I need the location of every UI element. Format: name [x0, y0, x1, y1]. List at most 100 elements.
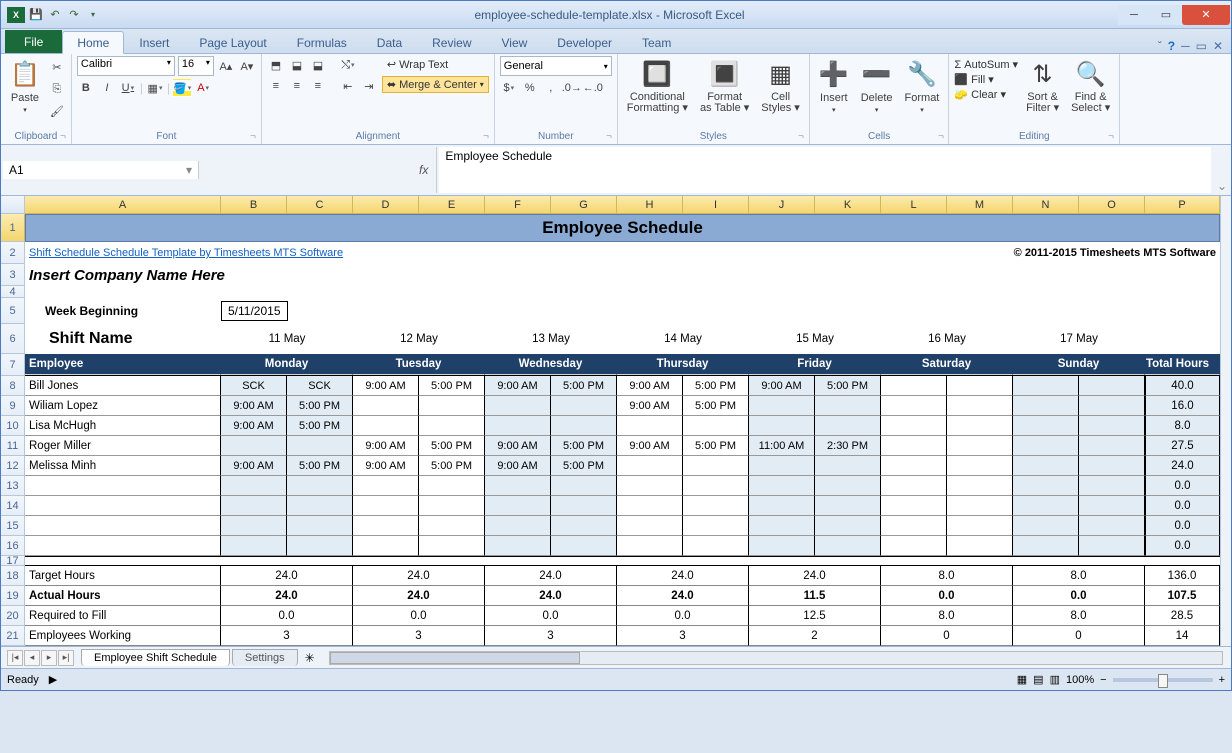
employee-name-9[interactable]: Wiliam Lopez — [25, 396, 221, 416]
grow-font-icon[interactable]: A▴ — [217, 57, 235, 75]
shift-start-15-5[interactable] — [881, 516, 947, 536]
delete-cells-button[interactable]: ➖ Delete▾ — [857, 56, 897, 116]
formula-input[interactable]: Employee Schedule — [439, 147, 1211, 193]
shift-start-8-6[interactable] — [1013, 376, 1079, 396]
shift-start-16-6[interactable] — [1013, 536, 1079, 556]
employee-name-13[interactable] — [25, 476, 221, 496]
shift-end-13-4[interactable] — [815, 476, 881, 496]
insert-cells-button[interactable]: ➕ Insert▾ — [815, 56, 853, 116]
shift-end-10-1[interactable] — [419, 416, 485, 436]
shift-end-13-2[interactable] — [551, 476, 617, 496]
shift-end-10-5[interactable] — [947, 416, 1013, 436]
merge-center-button[interactable]: ⬌ Merge & Center ▾ — [382, 76, 489, 93]
shift-end-9-2[interactable] — [551, 396, 617, 416]
shift-end-11-2[interactable]: 5:00 PM — [551, 436, 617, 456]
shift-end-15-6[interactable] — [1079, 516, 1145, 536]
shift-end-8-4[interactable]: 5:00 PM — [815, 376, 881, 396]
tab-last-icon[interactable]: ▸| — [58, 650, 74, 666]
col-header-K[interactable]: K — [815, 196, 881, 214]
col-header-H[interactable]: H — [617, 196, 683, 214]
shift-end-11-4[interactable]: 2:30 PM — [815, 436, 881, 456]
shift-start-11-5[interactable] — [881, 436, 947, 456]
fill-button[interactable]: ⬛ Fill ▾ — [954, 73, 1018, 86]
tab-prev-icon[interactable]: ◂ — [24, 650, 40, 666]
template-link[interactable]: Shift Schedule Schedule Template by Time… — [25, 242, 815, 264]
col-header-G[interactable]: G — [551, 196, 617, 214]
tab-developer[interactable]: Developer — [542, 31, 627, 53]
close-button[interactable]: ✕ — [1182, 5, 1230, 25]
shift-start-13-4[interactable] — [749, 476, 815, 496]
format-painter-icon[interactable]: 🖌 — [48, 102, 66, 120]
shift-start-9-1[interactable] — [353, 396, 419, 416]
employee-name-12[interactable]: Melissa Minh — [25, 456, 221, 476]
shift-start-14-2[interactable] — [485, 496, 551, 516]
border-button[interactable]: ▦ — [146, 79, 164, 97]
row-header-2[interactable]: 2 — [1, 242, 25, 264]
shift-end-9-4[interactable] — [815, 396, 881, 416]
shift-end-9-6[interactable] — [1079, 396, 1145, 416]
shift-start-16-0[interactable] — [221, 536, 287, 556]
fx-label[interactable]: fx — [411, 147, 437, 193]
employee-name-16[interactable] — [25, 536, 221, 556]
tab-first-icon[interactable]: |◂ — [7, 650, 23, 666]
fill-color-button[interactable]: 🪣 — [173, 79, 191, 97]
zoom-out-icon[interactable]: − — [1100, 674, 1106, 686]
shift-end-10-2[interactable] — [551, 416, 617, 436]
minimize-button[interactable]: ─ — [1118, 5, 1150, 25]
decrease-decimal-icon[interactable]: ←.0 — [584, 79, 602, 97]
tab-view[interactable]: View — [487, 31, 543, 53]
shift-start-10-1[interactable] — [353, 416, 419, 436]
shift-start-10-4[interactable] — [749, 416, 815, 436]
shift-start-12-4[interactable] — [749, 456, 815, 476]
shift-start-15-4[interactable] — [749, 516, 815, 536]
orientation-icon[interactable]: ⤭ — [339, 56, 357, 74]
shift-start-8-5[interactable] — [881, 376, 947, 396]
shift-end-16-6[interactable] — [1079, 536, 1145, 556]
shift-end-8-5[interactable] — [947, 376, 1013, 396]
shift-start-14-0[interactable] — [221, 496, 287, 516]
shift-end-8-2[interactable]: 5:00 PM — [551, 376, 617, 396]
name-box[interactable]: A1 ▾ — [3, 161, 199, 179]
shift-start-9-4[interactable] — [749, 396, 815, 416]
save-icon[interactable]: 💾 — [28, 7, 44, 23]
shift-name-label[interactable]: Shift Name — [25, 324, 221, 354]
shift-end-16-5[interactable] — [947, 536, 1013, 556]
align-bottom-icon[interactable]: ⬓ — [309, 56, 327, 74]
macro-icon[interactable]: ▶ — [49, 673, 57, 686]
col-header-E[interactable]: E — [419, 196, 485, 214]
shift-start-9-0[interactable]: 9:00 AM — [221, 396, 287, 416]
shift-end-14-5[interactable] — [947, 496, 1013, 516]
col-header-A[interactable]: A — [25, 196, 221, 214]
shift-start-13-6[interactable] — [1013, 476, 1079, 496]
shift-start-9-6[interactable] — [1013, 396, 1079, 416]
shift-end-15-2[interactable] — [551, 516, 617, 536]
shift-end-12-6[interactable] — [1079, 456, 1145, 476]
shift-start-12-0[interactable]: 9:00 AM — [221, 456, 287, 476]
shift-start-12-3[interactable] — [617, 456, 683, 476]
shift-end-12-3[interactable] — [683, 456, 749, 476]
comma-icon[interactable]: , — [542, 79, 560, 97]
shift-start-13-2[interactable] — [485, 476, 551, 496]
shift-start-10-0[interactable]: 9:00 AM — [221, 416, 287, 436]
row-header-11[interactable]: 11 — [1, 436, 25, 456]
view-normal-icon[interactable]: ▦ — [1017, 673, 1027, 686]
row-header-19[interactable]: 19 — [1, 586, 25, 606]
shift-end-12-2[interactable]: 5:00 PM — [551, 456, 617, 476]
shift-start-11-2[interactable]: 9:00 AM — [485, 436, 551, 456]
shift-start-12-1[interactable]: 9:00 AM — [353, 456, 419, 476]
horizontal-scrollbar[interactable] — [329, 651, 1223, 665]
shift-start-10-5[interactable] — [881, 416, 947, 436]
employee-name-15[interactable] — [25, 516, 221, 536]
shift-end-12-1[interactable]: 5:00 PM — [419, 456, 485, 476]
shift-end-9-0[interactable]: 5:00 PM — [287, 396, 353, 416]
shift-start-9-5[interactable] — [881, 396, 947, 416]
qat-more-icon[interactable]: ▾ — [85, 7, 101, 23]
find-select-button[interactable]: 🔍 Find &Select ▾ — [1067, 56, 1114, 116]
shift-start-13-3[interactable] — [617, 476, 683, 496]
shift-end-15-5[interactable] — [947, 516, 1013, 536]
zoom-slider[interactable] — [1113, 678, 1213, 682]
shift-end-15-4[interactable] — [815, 516, 881, 536]
shift-end-14-3[interactable] — [683, 496, 749, 516]
cell-styles-button[interactable]: ▦ CellStyles ▾ — [757, 56, 804, 116]
currency-icon[interactable]: $ — [500, 79, 518, 97]
